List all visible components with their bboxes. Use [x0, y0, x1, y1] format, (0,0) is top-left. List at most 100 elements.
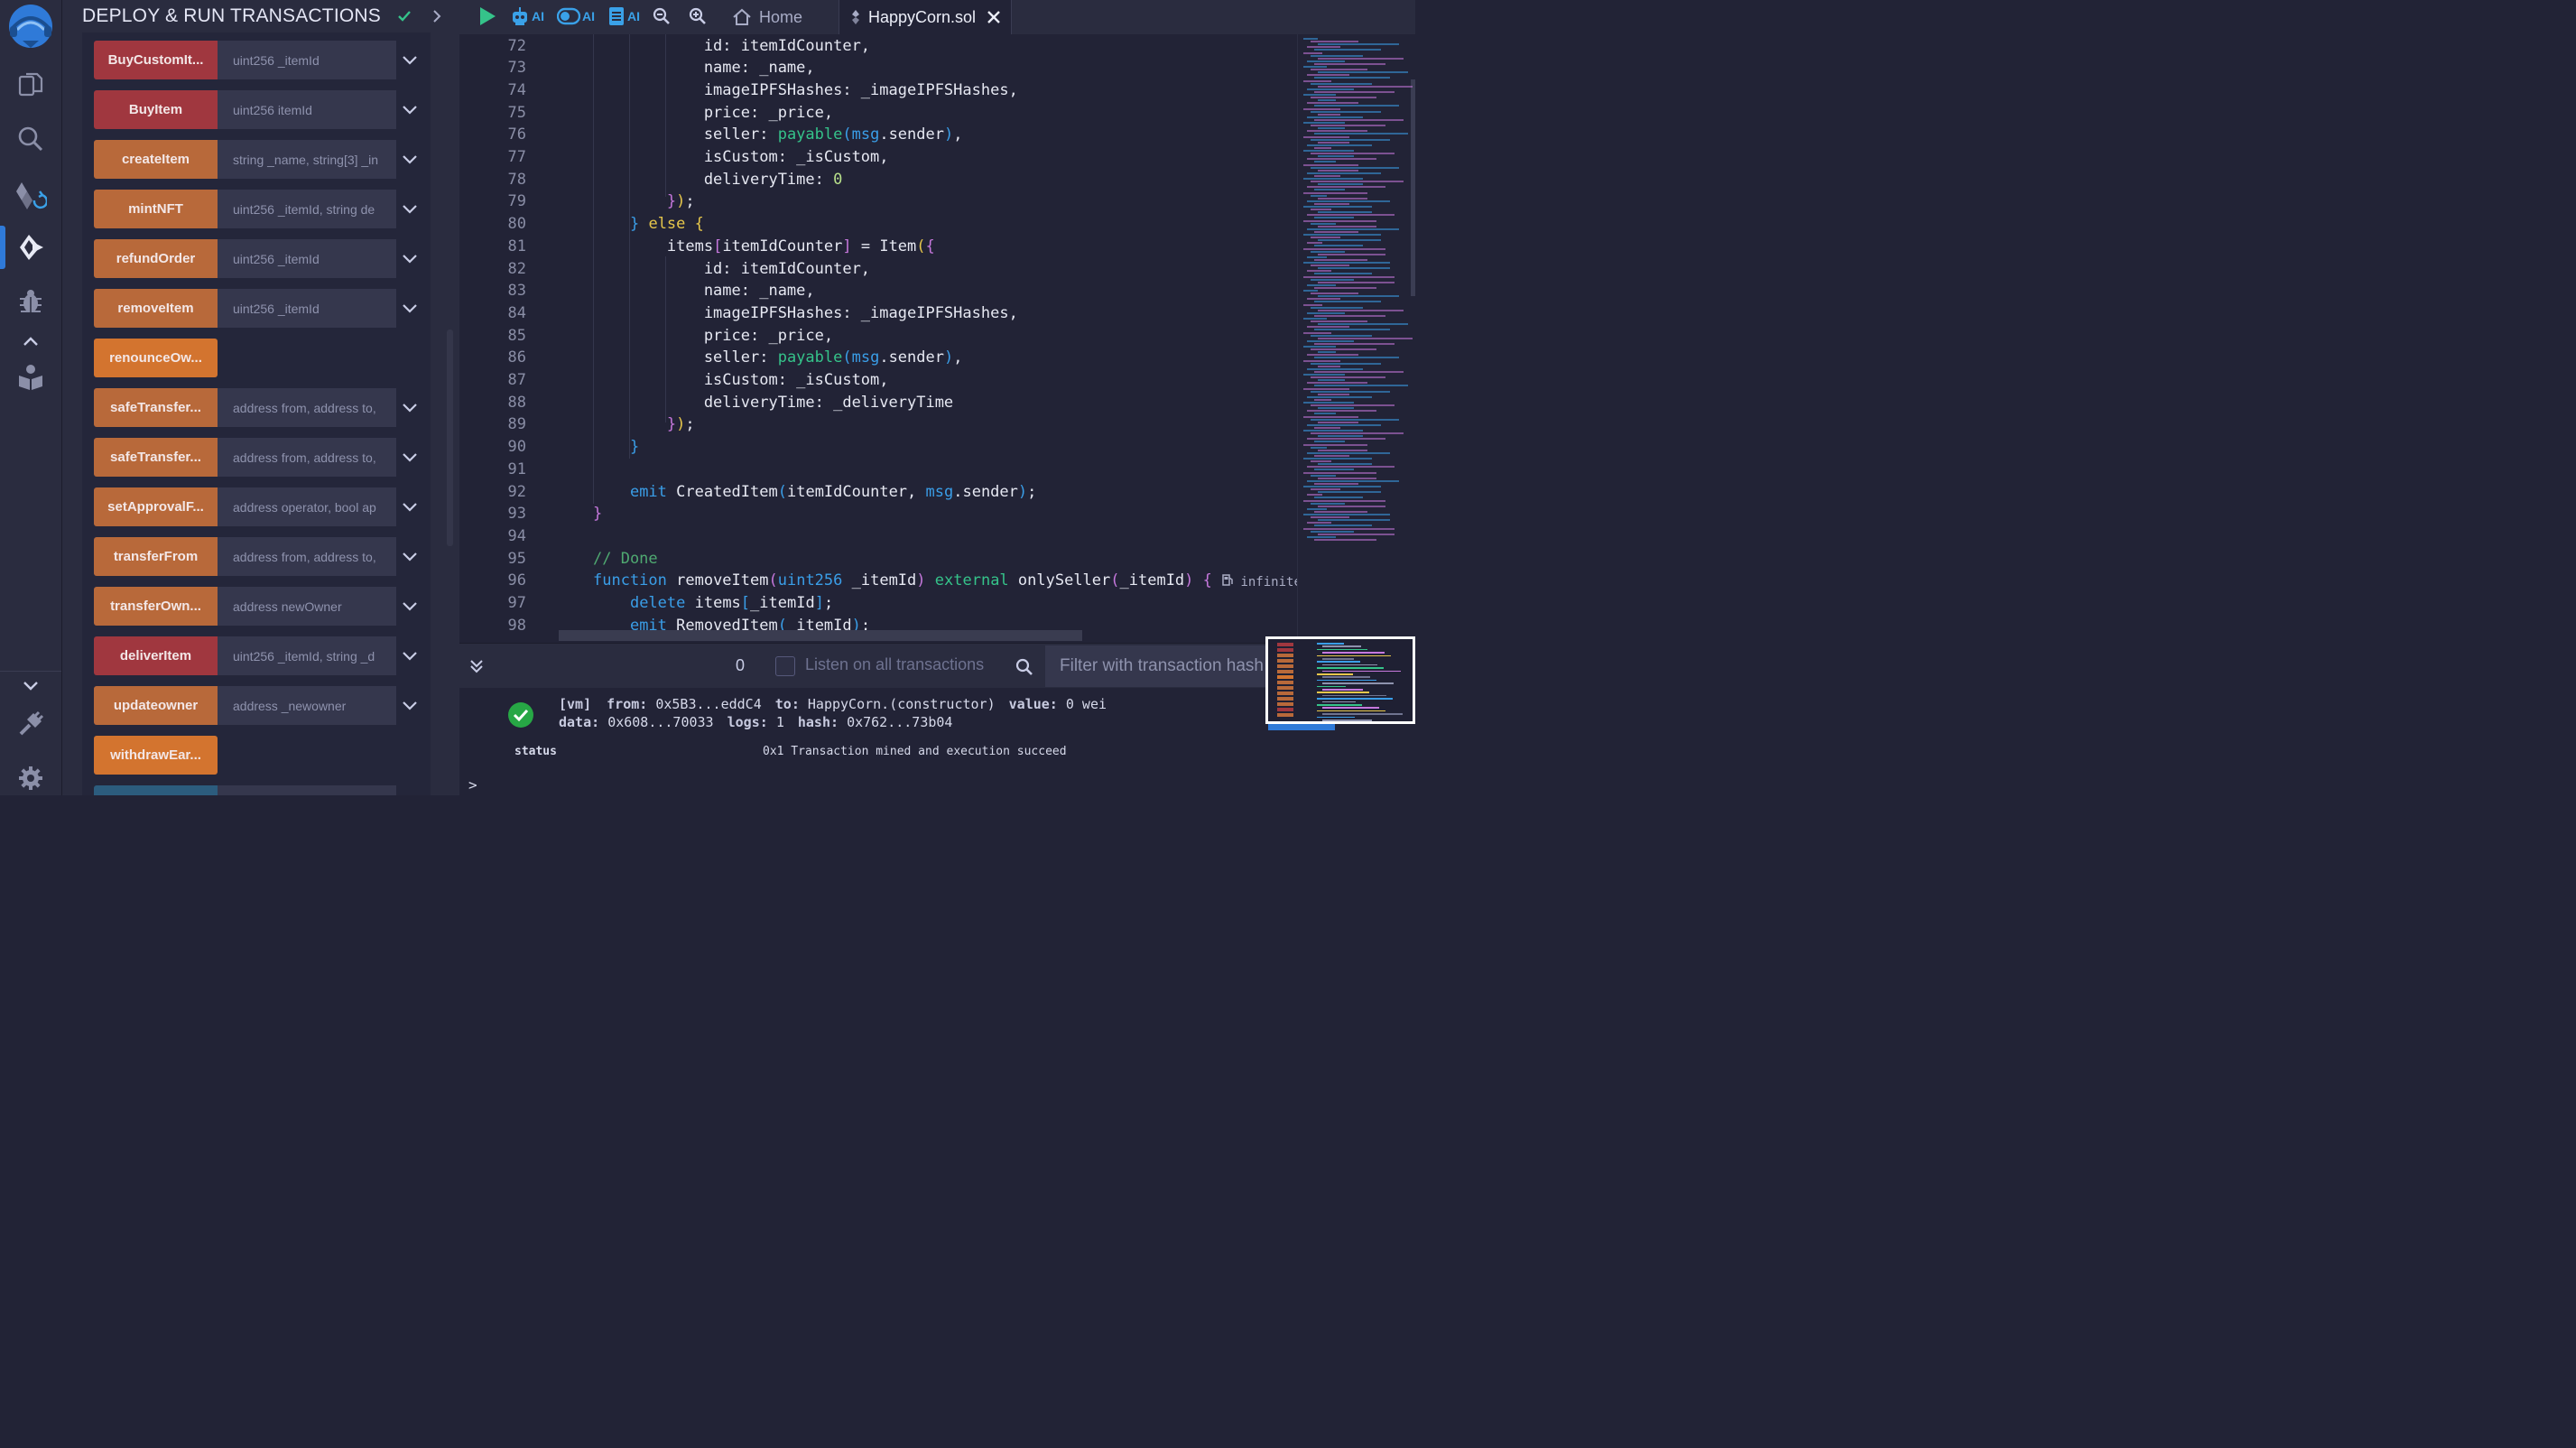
ai-toggle-button[interactable]: AI [557, 4, 595, 29]
function-button[interactable]: BuyCustomIt... [94, 41, 218, 79]
function-button[interactable]: transferOwn... [94, 587, 218, 626]
function-param-input[interactable]: address operator, bool ap [218, 487, 396, 526]
code-line[interactable]: 78 deliveryTime: 0 [459, 169, 1297, 191]
function-button[interactable]: renounceOw... [94, 339, 218, 377]
chevron-down-icon[interactable] [401, 300, 419, 318]
function-button[interactable]: withdrawEar... [94, 736, 218, 775]
function-param-input[interactable]: uint256 itemId [218, 90, 396, 129]
tab-happycorn[interactable]: HappyCorn.sol [839, 0, 1012, 34]
code-line[interactable]: 80 } else { [459, 213, 1297, 236]
minimap-scrollbar[interactable] [1411, 79, 1415, 296]
function-param-input[interactable]: address _newowner [218, 686, 396, 725]
code-line[interactable]: 76 seller: payable(msg.sender), [459, 124, 1297, 146]
code-editor[interactable]: 72 id: itemIdCounter, 73 name: _name, 74 i… [459, 34, 1297, 643]
plugin-manager-icon[interactable] [13, 706, 49, 742]
code-line[interactable]: 74 imageIPFSHashes: _imageIPFSHashes, [459, 79, 1297, 102]
settings-gear-icon[interactable] [13, 760, 49, 796]
run-button[interactable] [477, 4, 497, 29]
code-line[interactable]: 82 id: itemIdCounter, [459, 258, 1297, 281]
chevron-right-icon[interactable] [431, 9, 442, 23]
code-line[interactable]: 92 emit CreatedItem(itemIdCounter, msg.s… [459, 481, 1297, 504]
function-param-input[interactable]: uint256 _itemId, string _d [218, 636, 396, 675]
function-param-input[interactable]: uint256 _itemId [218, 289, 396, 328]
chevron-down-icon[interactable] [401, 250, 419, 268]
code-line[interactable]: 96 function removeItem(uint256 _itemId) e… [459, 570, 1297, 592]
function-param-input[interactable]: string _name, string[3] _in [218, 140, 396, 179]
code-line[interactable]: 95 // Done [459, 548, 1297, 571]
function-param-input[interactable]: uint256 _itemId, string de [218, 190, 396, 228]
editor-horizontal-scrollbar[interactable] [559, 630, 1082, 641]
code-line[interactable]: 73 name: _name, [459, 57, 1297, 79]
function-button[interactable]: createItem [94, 140, 218, 179]
screenshot-thumbnail[interactable] [1265, 636, 1415, 724]
terminal-prompt[interactable]: > [468, 776, 477, 794]
code-line[interactable]: 83 name: _name, [459, 280, 1297, 302]
code-line[interactable]: 75 price: _price, [459, 102, 1297, 125]
function-button[interactable]: refundOrder [94, 239, 218, 278]
chevron-down-icon[interactable] [401, 498, 419, 516]
function-param-input[interactable]: uint256 _itemId [218, 239, 396, 278]
chevron-down-icon[interactable] [401, 647, 419, 665]
chevron-down-icon[interactable] [401, 697, 419, 715]
code-line[interactable]: 97 delete items[_itemId]; [459, 592, 1297, 615]
function-button[interactable]: safeTransfer... [94, 438, 218, 477]
code-line[interactable]: 88 deliveryTime: _deliveryTime [459, 392, 1297, 414]
code-line[interactable]: 89 }); [459, 413, 1297, 436]
function-button[interactable]: deliverItem [94, 636, 218, 675]
chevron-up-icon[interactable] [13, 323, 49, 359]
double-chevron-down-icon[interactable] [468, 658, 485, 674]
code-line[interactable]: 90 } [459, 436, 1297, 459]
zoom-out-button[interactable] [653, 4, 671, 29]
function-param-input[interactable]: address newOwner [218, 587, 396, 626]
code-line[interactable]: 91 [459, 459, 1297, 481]
file-explorer-icon[interactable] [13, 67, 49, 103]
code-line[interactable]: 93} [459, 503, 1297, 525]
chevron-down-icon[interactable] [401, 548, 419, 566]
tab-home[interactable]: Home [732, 0, 802, 34]
search-icon[interactable] [1015, 658, 1033, 676]
code-line[interactable]: 77 isCustom: _isCustom, [459, 146, 1297, 169]
chevron-down-icon[interactable] [401, 449, 419, 467]
code-line[interactable]: 94 [459, 525, 1297, 548]
solidity-compiler-icon[interactable] [13, 177, 49, 213]
panel-scrollbar[interactable] [447, 330, 453, 546]
transaction-filter-input[interactable]: Filter with transaction hash [1045, 645, 1280, 687]
chevron-down-icon[interactable] [401, 151, 419, 169]
function-param-input[interactable]: address from, address to, [218, 537, 396, 576]
function-param-input[interactable] [218, 785, 396, 795]
ai-docs-button[interactable]: AI [607, 4, 640, 29]
chevron-down-icon[interactable] [13, 668, 49, 704]
chevron-down-icon[interactable] [401, 399, 419, 417]
listen-all-checkbox[interactable] [775, 656, 795, 676]
code-line[interactable]: 86 seller: payable(msg.sender), [459, 347, 1297, 369]
code-line[interactable]: 85 price: _price, [459, 325, 1297, 348]
code-line[interactable]: 72 id: itemIdCounter, [459, 35, 1297, 58]
deploy-run-icon[interactable] [13, 229, 49, 265]
function-param-input[interactable]: address from, address to, [218, 388, 396, 427]
ai-assistant-button[interactable]: AI [510, 4, 544, 29]
function-param-input[interactable]: uint256 _itemId [218, 41, 396, 79]
remix-logo-icon[interactable] [4, 2, 58, 52]
function-button[interactable]: setApprovalF... [94, 487, 218, 526]
chevron-down-icon[interactable] [401, 51, 419, 70]
chevron-down-icon[interactable] [401, 200, 419, 218]
chevron-down-icon[interactable] [401, 101, 419, 119]
close-icon[interactable] [987, 10, 1001, 24]
function-param-input[interactable]: address from, address to, [218, 438, 396, 477]
tx-log-line-2[interactable]: data: 0x608...70033 logs: 1 hash: 0x762.… [559, 714, 952, 730]
function-button[interactable]: mintNFT [94, 190, 218, 228]
function-button[interactable] [94, 785, 218, 795]
code-line[interactable]: 87 isCustom: _isCustom, [459, 369, 1297, 392]
code-line[interactable]: 84 imageIPFSHashes: _imageIPFSHashes, [459, 302, 1297, 325]
function-button[interactable]: removeItem [94, 289, 218, 328]
function-button[interactable]: updateowner [94, 686, 218, 725]
learneth-icon[interactable] [13, 359, 49, 395]
zoom-in-button[interactable] [689, 4, 707, 29]
code-line[interactable]: 79 }); [459, 190, 1297, 213]
function-button[interactable]: safeTransfer... [94, 388, 218, 427]
tx-log-line-1[interactable]: [vm] from: 0x5B3...eddC4 to: HappyCorn.(… [559, 696, 1107, 712]
code-line[interactable]: 81 items[itemIdCounter] = Item({ [459, 236, 1297, 258]
function-button[interactable]: BuyItem [94, 90, 218, 129]
editor-minimap[interactable] [1297, 34, 1416, 643]
search-icon[interactable] [13, 121, 49, 157]
